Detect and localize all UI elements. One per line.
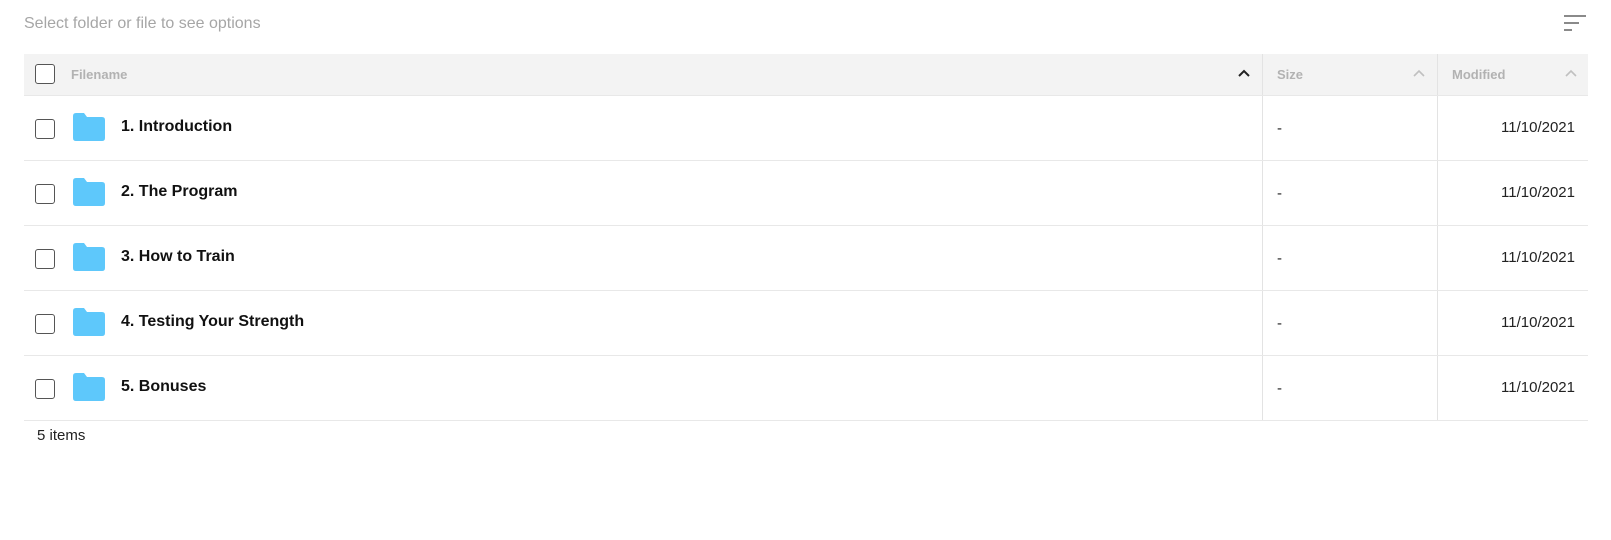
table-row[interactable]: 2. The Program - 11/10/2021: [24, 161, 1588, 226]
file-size: -: [1277, 120, 1282, 137]
size-cell: -: [1263, 226, 1438, 290]
row-checkbox[interactable]: [35, 119, 55, 139]
chevron-up-icon[interactable]: [1237, 68, 1251, 78]
size-cell: -: [1263, 96, 1438, 160]
chevron-up-icon[interactable]: [1564, 68, 1578, 78]
item-count: 5 items: [37, 427, 86, 444]
folder-icon: [73, 113, 105, 141]
column-header-filename[interactable]: Filename: [24, 54, 1263, 95]
column-header-modified[interactable]: Modified: [1438, 54, 1588, 95]
file-name[interactable]: 5. Bonuses: [121, 378, 206, 396]
file-modified-date: 11/10/2021: [1501, 119, 1575, 136]
column-label-filename: Filename: [71, 67, 128, 82]
folder-icon: [73, 373, 105, 401]
folder-icon: [73, 178, 105, 206]
folder-icon: [73, 243, 105, 271]
row-checkbox[interactable]: [35, 184, 55, 204]
file-name[interactable]: 4. Testing Your Strength: [121, 313, 304, 331]
file-table: Filename Size Modified 1. Introduction -…: [24, 54, 1588, 421]
file-size: -: [1277, 380, 1282, 397]
column-label-modified: Modified: [1452, 67, 1506, 82]
file-browser: Select folder or file to see options Fil…: [0, 0, 1611, 540]
file-name[interactable]: 1. Introduction: [121, 118, 232, 136]
filename-cell: 2. The Program: [24, 161, 1263, 225]
size-cell: -: [1263, 291, 1438, 355]
size-cell: -: [1263, 161, 1438, 225]
table-header: Filename Size Modified: [24, 54, 1588, 96]
file-name[interactable]: 3. How to Train: [121, 248, 235, 266]
filename-cell: 5. Bonuses: [24, 356, 1263, 420]
row-checkbox[interactable]: [35, 249, 55, 269]
table-row[interactable]: 3. How to Train - 11/10/2021: [24, 226, 1588, 291]
modified-cell: 11/10/2021: [1438, 96, 1588, 160]
file-modified-date: 11/10/2021: [1501, 184, 1575, 201]
modified-cell: 11/10/2021: [1438, 226, 1588, 290]
chevron-up-icon[interactable]: [1412, 68, 1426, 78]
column-header-size[interactable]: Size: [1263, 54, 1438, 95]
file-modified-date: 11/10/2021: [1501, 379, 1575, 396]
file-modified-date: 11/10/2021: [1501, 249, 1575, 266]
table-row[interactable]: 1. Introduction - 11/10/2021: [24, 96, 1588, 161]
filename-cell: 1. Introduction: [24, 96, 1263, 160]
file-size: -: [1277, 250, 1282, 267]
table-row[interactable]: 5. Bonuses - 11/10/2021: [24, 356, 1588, 421]
file-size: -: [1277, 185, 1282, 202]
select-all-checkbox[interactable]: [35, 64, 55, 84]
file-modified-date: 11/10/2021: [1501, 314, 1575, 331]
filename-cell: 4. Testing Your Strength: [24, 291, 1263, 355]
modified-cell: 11/10/2021: [1438, 291, 1588, 355]
filename-cell: 3. How to Train: [24, 226, 1263, 290]
row-checkbox[interactable]: [35, 379, 55, 399]
file-size: -: [1277, 315, 1282, 332]
modified-cell: 11/10/2021: [1438, 356, 1588, 420]
folder-icon: [73, 308, 105, 336]
size-cell: -: [1263, 356, 1438, 420]
modified-cell: 11/10/2021: [1438, 161, 1588, 225]
sort-lines-icon[interactable]: [1562, 12, 1588, 34]
selection-hint: Select folder or file to see options: [24, 15, 261, 32]
toolbar: Select folder or file to see options: [24, 0, 1588, 48]
table-row[interactable]: 4. Testing Your Strength - 11/10/2021: [24, 291, 1588, 356]
column-label-size: Size: [1277, 67, 1304, 82]
file-name[interactable]: 2. The Program: [121, 183, 237, 201]
row-checkbox[interactable]: [35, 314, 55, 334]
